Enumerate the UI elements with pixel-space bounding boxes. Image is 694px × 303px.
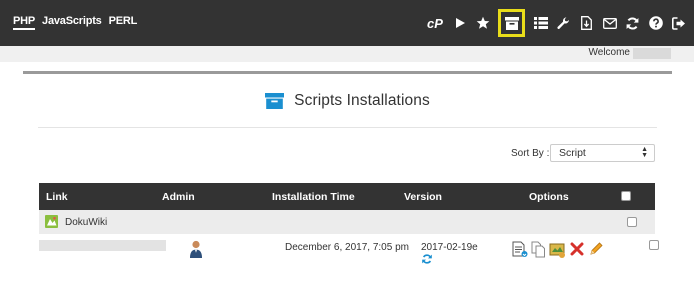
col-admin: Admin bbox=[162, 191, 195, 203]
welcome-text: Welcome bbox=[588, 47, 631, 58]
installation-time: December 6, 2017, 7:05 pm bbox=[285, 242, 409, 253]
select-all-checkbox[interactable] bbox=[621, 191, 631, 201]
col-options: Options bbox=[529, 191, 569, 203]
group-checkbox[interactable] bbox=[627, 217, 637, 227]
staging-icon[interactable] bbox=[549, 240, 566, 258]
row-checkbox[interactable] bbox=[649, 240, 659, 250]
dokuwiki-logo-icon bbox=[45, 215, 58, 228]
top-navbar: PHP JavaScripts PERL cP bbox=[0, 0, 694, 46]
star-icon[interactable] bbox=[473, 14, 492, 33]
archive-box-icon[interactable] bbox=[498, 9, 525, 37]
installations-panel: Scripts Installations Sort By : Script ▲… bbox=[23, 71, 672, 303]
select-arrows-icon: ▲ ▼ bbox=[641, 146, 648, 159]
col-link: Link bbox=[46, 191, 68, 203]
cpanel-icon[interactable]: cP bbox=[424, 14, 446, 33]
refresh-icon[interactable] bbox=[623, 14, 642, 33]
cpanel-glyph: cP bbox=[427, 15, 443, 31]
version-value: 2017-02-19e bbox=[421, 242, 478, 253]
tab-javascripts[interactable]: JavaScripts bbox=[42, 15, 102, 30]
script-group-row: DokuWiki bbox=[39, 210, 655, 234]
tab-perl[interactable]: PERL bbox=[109, 15, 138, 30]
remove-icon[interactable] bbox=[568, 240, 585, 258]
sort-label: Sort By : bbox=[511, 148, 550, 159]
table-row: December 6, 2017, 7:05 pm 2017-02-19e bbox=[39, 234, 659, 266]
tab-php[interactable]: PHP bbox=[13, 15, 35, 30]
admin-user-icon[interactable] bbox=[189, 240, 203, 258]
col-version: Version bbox=[404, 191, 442, 203]
table-header: Link Admin Installation Time Version Opt… bbox=[39, 183, 655, 210]
page-title: Scripts Installations bbox=[294, 92, 430, 109]
toolbar-icons: cP bbox=[424, 0, 688, 46]
sort-selected-value: Script bbox=[559, 147, 586, 159]
clone-icon[interactable] bbox=[530, 240, 547, 258]
script-name: DokuWiki bbox=[65, 217, 108, 228]
row-options bbox=[511, 240, 604, 258]
col-installation-time: Installation Time bbox=[272, 191, 355, 203]
help-icon[interactable] bbox=[646, 14, 665, 33]
username-redacted bbox=[633, 48, 671, 59]
play-icon[interactable] bbox=[450, 14, 469, 33]
page-header: Scripts Installations bbox=[23, 92, 672, 110]
list-icon[interactable] bbox=[531, 14, 550, 33]
archive-box-icon bbox=[265, 93, 285, 109]
welcome-bar: Welcome bbox=[0, 46, 694, 62]
envelope-icon[interactable] bbox=[600, 14, 619, 33]
backup-icon[interactable] bbox=[511, 240, 528, 258]
divider bbox=[38, 127, 657, 128]
install-link-redacted[interactable] bbox=[39, 240, 166, 251]
language-tabs: PHP JavaScripts PERL bbox=[13, 15, 137, 30]
wrench-icon[interactable] bbox=[554, 14, 573, 33]
upgrade-refresh-icon[interactable] bbox=[422, 254, 432, 264]
download-file-icon[interactable] bbox=[577, 14, 596, 33]
edit-pencil-icon[interactable] bbox=[587, 240, 604, 258]
sort-select[interactable]: Script ▲ ▼ bbox=[550, 144, 655, 162]
logout-icon[interactable] bbox=[669, 14, 688, 33]
